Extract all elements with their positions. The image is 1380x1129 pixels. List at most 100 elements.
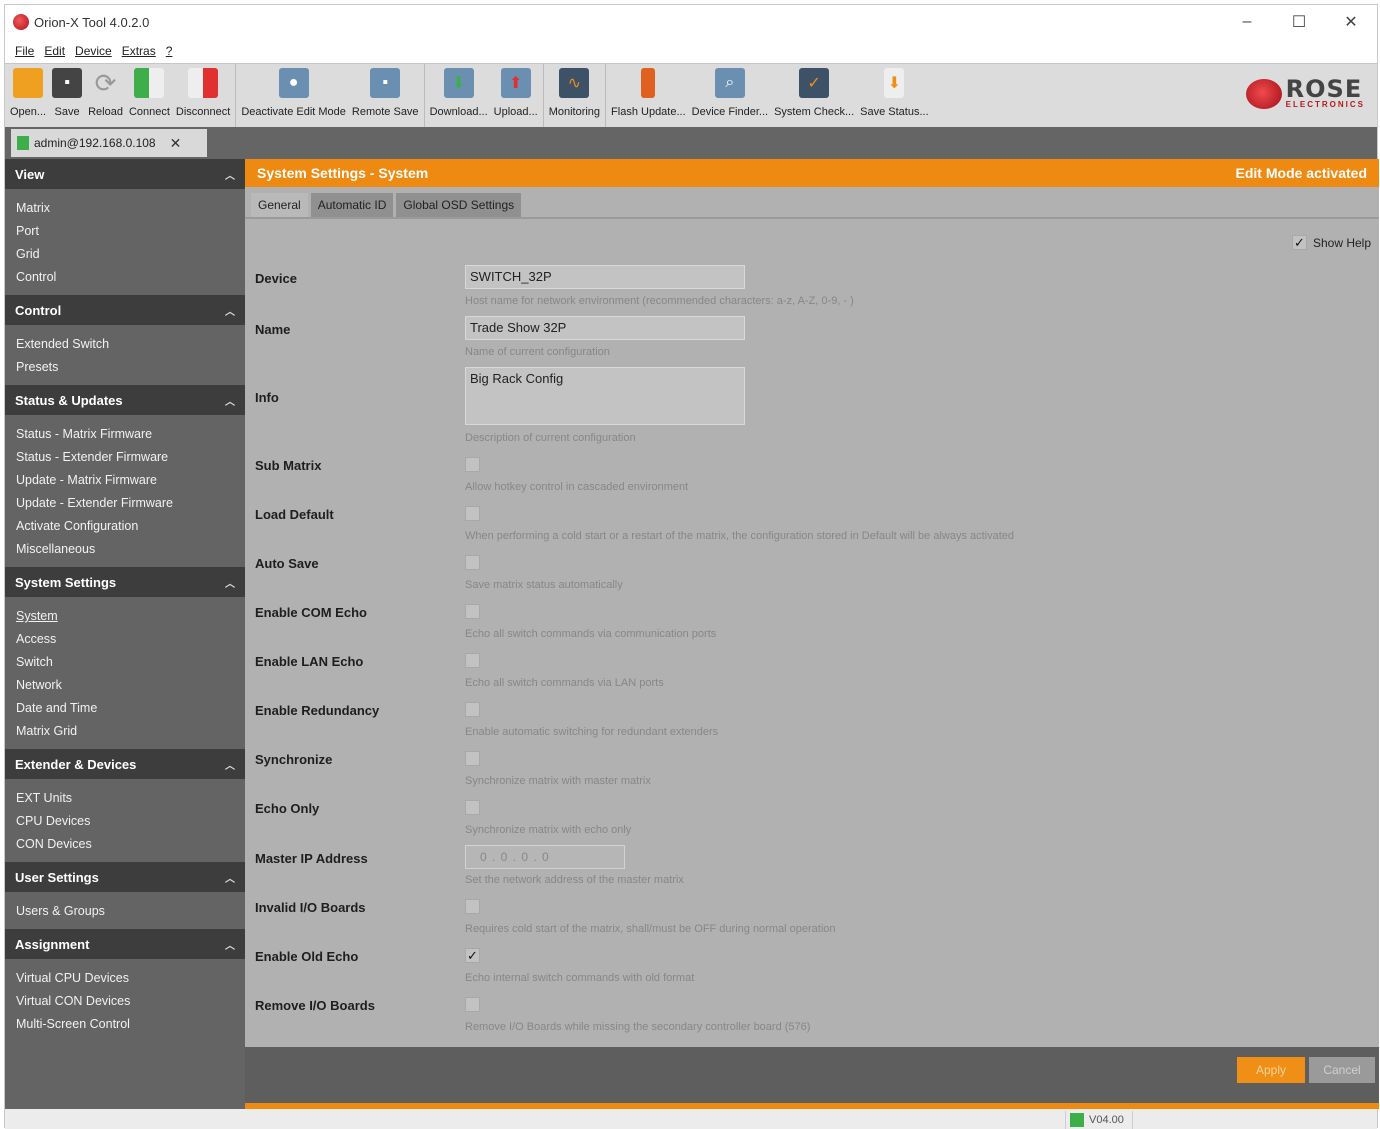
download-icon: ⬇ bbox=[443, 68, 474, 98]
maximize-button[interactable]: ☐ bbox=[1273, 5, 1325, 39]
page-title: System Settings - System bbox=[257, 165, 429, 181]
download-button[interactable]: ⬇ Download... bbox=[427, 64, 491, 128]
menu-device[interactable]: Device bbox=[75, 44, 112, 58]
sidebar-item-access[interactable]: Access bbox=[16, 628, 245, 651]
enable-lan-echo-checkbox[interactable] bbox=[465, 653, 480, 668]
minimize-button[interactable]: – bbox=[1221, 5, 1273, 39]
chevron-up-icon: ︿ bbox=[225, 396, 235, 408]
sidebar-item-users-groups[interactable]: Users & Groups bbox=[16, 900, 245, 923]
synchronize-checkbox[interactable] bbox=[465, 751, 480, 766]
upload-button[interactable]: ⬆ Upload... bbox=[491, 64, 541, 128]
system-check-button[interactable]: ✓ System Check... bbox=[771, 64, 857, 128]
deactivate-edit-mode-button[interactable]: ● Deactivate Edit Mode bbox=[238, 64, 349, 128]
chevron-up-icon: ︿ bbox=[225, 170, 235, 182]
reload-button[interactable]: ⟳ Reload bbox=[85, 64, 126, 128]
sidebar-section-system-settings[interactable]: System Settings ︿ bbox=[5, 567, 245, 597]
disconnect-button[interactable]: Disconnect bbox=[173, 64, 233, 128]
device-label: Device bbox=[255, 271, 297, 286]
enable-old-echo-label: Enable Old Echo bbox=[255, 949, 359, 964]
menu-file[interactable]: File bbox=[15, 44, 34, 58]
sidebar-item-update-extender-firmware[interactable]: Update - Extender Firmware bbox=[16, 492, 245, 515]
sidebar-item-switch[interactable]: Switch bbox=[16, 651, 245, 674]
sidebar-item-control[interactable]: Control bbox=[16, 266, 245, 289]
open-button[interactable]: Open... bbox=[7, 64, 49, 128]
sidebar-section-assignment[interactable]: Assignment ︿ bbox=[5, 929, 245, 959]
sidebar-item-status-matrix-firmware[interactable]: Status - Matrix Firmware bbox=[16, 423, 245, 446]
sidebar-section-user-settings[interactable]: User Settings ︿ bbox=[5, 862, 245, 892]
sidebar-item-ext-units[interactable]: EXT Units bbox=[16, 787, 245, 810]
invalid-io-boards-checkbox[interactable] bbox=[465, 899, 480, 914]
synchronize-help: Synchronize matrix with master matrix bbox=[465, 775, 651, 787]
sidebar-item-matrix[interactable]: Matrix bbox=[16, 197, 245, 220]
cancel-button[interactable]: Cancel bbox=[1309, 1057, 1375, 1083]
rose-icon bbox=[1245, 78, 1282, 109]
sidebar-item-system[interactable]: System bbox=[16, 605, 245, 628]
sidebar-section-extender-devices[interactable]: Extender & Devices ︿ bbox=[5, 749, 245, 779]
sidebar-section-status-updates[interactable]: Status & Updates ︿ bbox=[5, 385, 245, 415]
enable-com-echo-checkbox[interactable] bbox=[465, 604, 480, 619]
sidebar-section-control[interactable]: Control ︿ bbox=[5, 295, 245, 325]
sidebar-item-status-extender-firmware[interactable]: Status - Extender Firmware bbox=[16, 446, 245, 469]
show-help-checkbox[interactable]: ✓ bbox=[1291, 235, 1307, 250]
sidebar-item-multi-screen-control[interactable]: Multi-Screen Control bbox=[16, 1013, 245, 1036]
sidebar-items-user-settings: Users & Groups bbox=[5, 892, 245, 929]
sidebar-item-presets[interactable]: Presets bbox=[16, 356, 245, 379]
menu-edit[interactable]: Edit bbox=[44, 44, 65, 58]
sidebar-item-grid[interactable]: Grid bbox=[16, 243, 245, 266]
info-label: Info bbox=[255, 390, 279, 405]
sidebar-item-virtual-cpu-devices[interactable]: Virtual CPU Devices bbox=[16, 967, 245, 990]
device-finder-button[interactable]: ⌕ Device Finder... bbox=[689, 64, 771, 128]
load-default-label: Load Default bbox=[255, 507, 334, 522]
info-textarea[interactable]: Big Rack Config bbox=[465, 367, 745, 425]
tab-general[interactable]: General bbox=[251, 193, 308, 217]
sidebar-item-activate-configuration[interactable]: Activate Configuration bbox=[16, 515, 245, 538]
flash-update-button[interactable]: Flash Update... bbox=[608, 64, 689, 128]
sidebar-item-date-and-time[interactable]: Date and Time bbox=[16, 697, 245, 720]
tab-automatic-id[interactable]: Automatic ID bbox=[310, 193, 394, 217]
enable-redundancy-checkbox[interactable] bbox=[465, 702, 480, 717]
connect-button[interactable]: Connect bbox=[126, 64, 173, 128]
echo-only-checkbox[interactable] bbox=[465, 800, 480, 815]
sidebar-item-matrix-grid[interactable]: Matrix Grid bbox=[16, 720, 245, 743]
sidebar-item-update-matrix-firmware[interactable]: Update - Matrix Firmware bbox=[16, 469, 245, 492]
main-panel: System Settings - System Edit Mode activ… bbox=[245, 159, 1379, 1109]
enable-redundancy-help: Enable automatic switching for redundant… bbox=[465, 726, 719, 738]
remove-io-boards-help: Remove I/O Boards while missing the seco… bbox=[465, 1021, 811, 1033]
connect-icon bbox=[134, 68, 165, 98]
sidebar-item-virtual-con-devices[interactable]: Virtual CON Devices bbox=[16, 990, 245, 1013]
tab-global-osd-settings[interactable]: Global OSD Settings bbox=[396, 193, 522, 217]
sidebar-item-con-devices[interactable]: CON Devices bbox=[16, 833, 245, 856]
show-help-toggle[interactable]: ✓ Show Help bbox=[1291, 235, 1371, 250]
remove-io-boards-checkbox[interactable] bbox=[465, 997, 480, 1012]
sidebar-item-cpu-devices[interactable]: CPU Devices bbox=[16, 810, 245, 833]
monitoring-button[interactable]: ∿ Monitoring bbox=[546, 64, 603, 128]
remote-save-button[interactable]: ▪ Remote Save bbox=[349, 64, 422, 128]
toolbar-group-file: Open... ▪ Save ⟳ Reload Connect Disconnect bbox=[5, 64, 237, 128]
session-close-icon[interactable]: ✕ bbox=[170, 135, 182, 152]
system-check-icon: ✓ bbox=[799, 68, 830, 98]
menu-help[interactable]: ? bbox=[166, 44, 173, 58]
save-button[interactable]: ▪ Save bbox=[49, 64, 85, 128]
flash-update-icon bbox=[641, 68, 656, 98]
sub-matrix-checkbox[interactable] bbox=[465, 457, 480, 472]
toolbar-group-transfer: ⬇ Download... ⬆ Upload... bbox=[425, 64, 544, 128]
version-indicator: V04.00 bbox=[1065, 1111, 1133, 1129]
enable-old-echo-checkbox[interactable]: ✓ bbox=[465, 948, 480, 963]
close-button[interactable]: ✕ bbox=[1325, 5, 1377, 39]
sidebar-item-port[interactable]: Port bbox=[16, 220, 245, 243]
device-input[interactable]: SWITCH_32P bbox=[465, 265, 745, 289]
name-input[interactable]: Trade Show 32P bbox=[465, 316, 745, 340]
sidebar-item-network[interactable]: Network bbox=[16, 674, 245, 697]
sidebar-items-view: Matrix Port Grid Control bbox=[5, 189, 245, 295]
sidebar-item-miscellaneous[interactable]: Miscellaneous bbox=[16, 538, 245, 561]
auto-save-checkbox[interactable] bbox=[465, 555, 480, 570]
sidebar-section-view[interactable]: View ︿ bbox=[5, 159, 245, 189]
sidebar-item-extended-switch[interactable]: Extended Switch bbox=[16, 333, 245, 356]
session-tab[interactable]: admin@192.168.0.108 ✕ bbox=[11, 129, 207, 157]
load-default-checkbox[interactable] bbox=[465, 506, 480, 521]
menu-extras[interactable]: Extras bbox=[122, 44, 156, 58]
master-ip-input[interactable]: 0 . 0 . 0 . 0 bbox=[465, 845, 625, 869]
chevron-up-icon: ︿ bbox=[225, 940, 235, 952]
save-status-button[interactable]: ⬇ Save Status... bbox=[857, 64, 931, 128]
apply-button[interactable]: Apply bbox=[1237, 1057, 1305, 1083]
